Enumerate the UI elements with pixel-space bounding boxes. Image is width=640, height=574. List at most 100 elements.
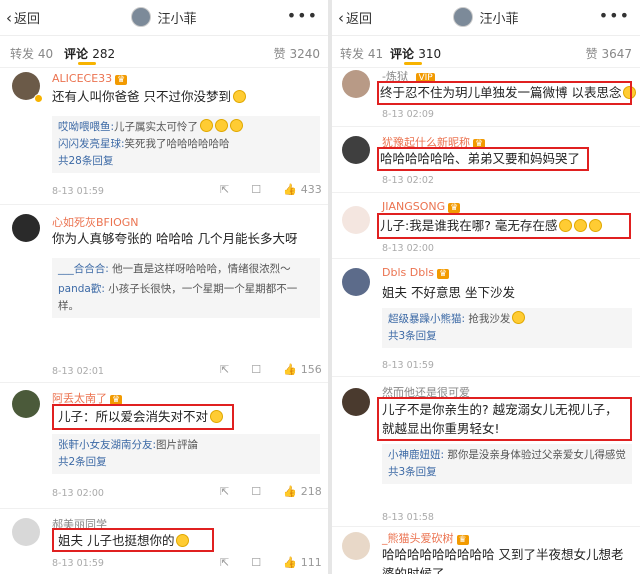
comment-time: 8-13 01:58 xyxy=(382,512,434,523)
divider xyxy=(332,526,640,527)
divider xyxy=(0,382,328,383)
tab-underline xyxy=(404,62,422,65)
comment-actions: ⇱ ☐ 👍 111 xyxy=(220,556,322,569)
more-replies-link[interactable]: 共3条回复 xyxy=(388,464,626,481)
avatar[interactable] xyxy=(12,518,40,546)
comment-icon[interactable]: ☐ xyxy=(251,363,261,376)
verified-badge xyxy=(34,94,43,103)
avatar[interactable] xyxy=(342,388,370,416)
emoji-icon xyxy=(200,119,214,132)
comment-icon[interactable]: ☐ xyxy=(251,183,261,196)
highlight-box xyxy=(377,213,631,239)
highlight-box xyxy=(52,404,234,430)
like-icon[interactable]: 👍 xyxy=(283,556,297,569)
emoji-icon xyxy=(215,119,229,132)
left-screenshot: ‹ 返回 汪小菲 ••• 转发 40 评论 282 赞 3240 ALICECE3… xyxy=(0,0,328,574)
comment-actions: ⇱ ☐ 👍 156 xyxy=(220,363,322,376)
comment-time: 8-13 01:59 xyxy=(382,360,434,371)
comment-text: 哈哈哈哈哈哈哈哈哈 又到了半夜想女儿想老婆的时候了 xyxy=(382,547,624,574)
reply-item: panda歡: 小孩子长很快，一个星期一个星期都不一样。 xyxy=(58,283,298,312)
comment-icon[interactable]: ☐ xyxy=(251,485,261,498)
divider xyxy=(332,126,640,127)
reply-box[interactable]: ___合合合: 他一直是这样呀哈哈哈，情绪很浓烈～ panda歡: 小孩子长很快… xyxy=(52,258,320,318)
reply-item: 闪闪发亮星球:笑死我了哈哈哈哈哈哈 xyxy=(58,138,230,150)
avatar[interactable] xyxy=(131,7,152,27)
page-title: 汪小菲 xyxy=(479,11,519,27)
comment-username[interactable]: Dbls Dbls ♛ xyxy=(382,266,450,279)
comment-text: 你为人真够夸张的 哈哈哈 几个月能长多大呀 xyxy=(52,231,298,246)
member-icon: ♛ xyxy=(436,269,450,279)
comment-time: 8-13 02:00 xyxy=(52,488,104,499)
reply-item: 哎呦喂喂鱼:儿子属实太可怜了 xyxy=(58,119,314,136)
more-replies-link[interactable]: 共28条回复 xyxy=(58,153,314,170)
reply-box[interactable]: 超级暴躁小熊猫: 抢我沙发 共3条回复 xyxy=(382,308,632,348)
avatar[interactable] xyxy=(12,390,40,418)
comment-text: 还有人叫你爸爸 只不过你没梦到 xyxy=(52,87,246,106)
highlight-box xyxy=(377,397,632,441)
comment-username[interactable]: _熊猫头爱砍树 ♛ xyxy=(382,530,469,546)
tab-bar: 转发 41 评论 310 赞 3647 xyxy=(332,36,640,68)
comment-username[interactable]: JIANGSONG ♛ xyxy=(382,200,461,213)
reply-box[interactable]: 哎呦喂喂鱼:儿子属实太可怜了 闪闪发亮星球:笑死我了哈哈哈哈哈哈 共28条回复 xyxy=(52,116,320,173)
highlight-box xyxy=(377,147,589,171)
share-icon[interactable]: ⇱ xyxy=(220,363,229,376)
tab-repost[interactable]: 转发 41 xyxy=(340,45,383,62)
more-icon[interactable]: ••• xyxy=(599,6,630,25)
like-icon[interactable]: 👍 xyxy=(283,183,297,196)
comment-time: 8-13 01:59 xyxy=(52,558,104,569)
header: 汪小菲 xyxy=(0,7,328,27)
comment-username[interactable]: 心如死灰BFIOGN xyxy=(52,214,139,230)
like-count: 433 xyxy=(300,183,322,196)
highlight-box xyxy=(52,528,214,552)
tab-bar: 转发 40 评论 282 赞 3240 xyxy=(0,36,328,68)
top-bar: ‹ 返回 汪小菲 ••• xyxy=(0,0,328,36)
comment-time: 8-13 01:59 xyxy=(52,186,104,197)
divider xyxy=(332,376,640,377)
comment-time: 8-13 02:00 xyxy=(382,243,434,254)
comment-time: 8-13 02:09 xyxy=(382,109,434,120)
right-screenshot: ‹ 返回 汪小菲 ••• 转发 41 评论 310 赞 3647 -炼狱_ VIP … xyxy=(332,0,640,574)
reply-box[interactable]: 张軒小女友湖南分友:图片評論 共2条回复 xyxy=(52,434,320,474)
reply-item: 小神鹿妞妞: 那你是没亲身体验过父亲爱女儿得感觉 xyxy=(388,449,626,461)
share-icon[interactable]: ⇱ xyxy=(220,485,229,498)
reply-item: 张軒小女友湖南分友:图片評論 xyxy=(58,439,199,451)
avatar[interactable] xyxy=(342,136,370,164)
header: 汪小菲 xyxy=(332,7,640,27)
more-icon[interactable]: ••• xyxy=(287,6,318,25)
like-icon[interactable]: 👍 xyxy=(283,363,297,376)
more-replies-link[interactable]: 共3条回复 xyxy=(388,328,626,345)
divider xyxy=(0,508,328,509)
avatar[interactable] xyxy=(342,268,370,296)
avatar[interactable] xyxy=(12,214,40,242)
reply-box[interactable]: 小神鹿妞妞: 那你是没亲身体验过父亲爱女儿得感觉 共3条回复 xyxy=(382,444,632,484)
comment-actions: ⇱ ☐ 👍 218 xyxy=(220,485,322,498)
like-icon[interactable]: 👍 xyxy=(283,485,297,498)
member-icon: ♛ xyxy=(448,203,461,213)
avatar[interactable] xyxy=(342,206,370,234)
member-icon: ♛ xyxy=(456,535,469,545)
avatar[interactable] xyxy=(453,7,474,27)
like-count: 156 xyxy=(300,363,322,376)
page-title: 汪小菲 xyxy=(157,11,197,27)
share-icon[interactable]: ⇱ xyxy=(220,556,229,569)
avatar[interactable] xyxy=(342,70,370,98)
comment-username[interactable]: ALICECE33 ♛ xyxy=(52,72,128,85)
more-replies-link[interactable]: 共2条回复 xyxy=(58,454,314,471)
tab-like[interactable]: 赞 3647 xyxy=(586,45,632,62)
highlight-box xyxy=(377,81,632,105)
like-count: 111 xyxy=(300,556,322,569)
tab-comment[interactable]: 评论 310 xyxy=(390,45,441,62)
comment-icon[interactable]: ☐ xyxy=(251,556,261,569)
top-bar: ‹ 返回 汪小菲 ••• xyxy=(332,0,640,36)
comment-time: 8-13 02:02 xyxy=(382,175,434,186)
tab-underline xyxy=(78,62,96,65)
comment-actions: ⇱ ☐ 👍 433 xyxy=(220,183,322,196)
reply-item: 超级暴躁小熊猫: 抢我沙发 xyxy=(388,311,626,328)
emoji-icon xyxy=(512,311,526,324)
tab-like[interactable]: 赞 3240 xyxy=(274,45,320,62)
tab-repost[interactable]: 转发 40 xyxy=(10,45,53,62)
avatar[interactable] xyxy=(342,532,370,560)
tab-comment[interactable]: 评论 282 xyxy=(64,45,115,62)
share-icon[interactable]: ⇱ xyxy=(220,183,229,196)
divider xyxy=(332,258,640,259)
